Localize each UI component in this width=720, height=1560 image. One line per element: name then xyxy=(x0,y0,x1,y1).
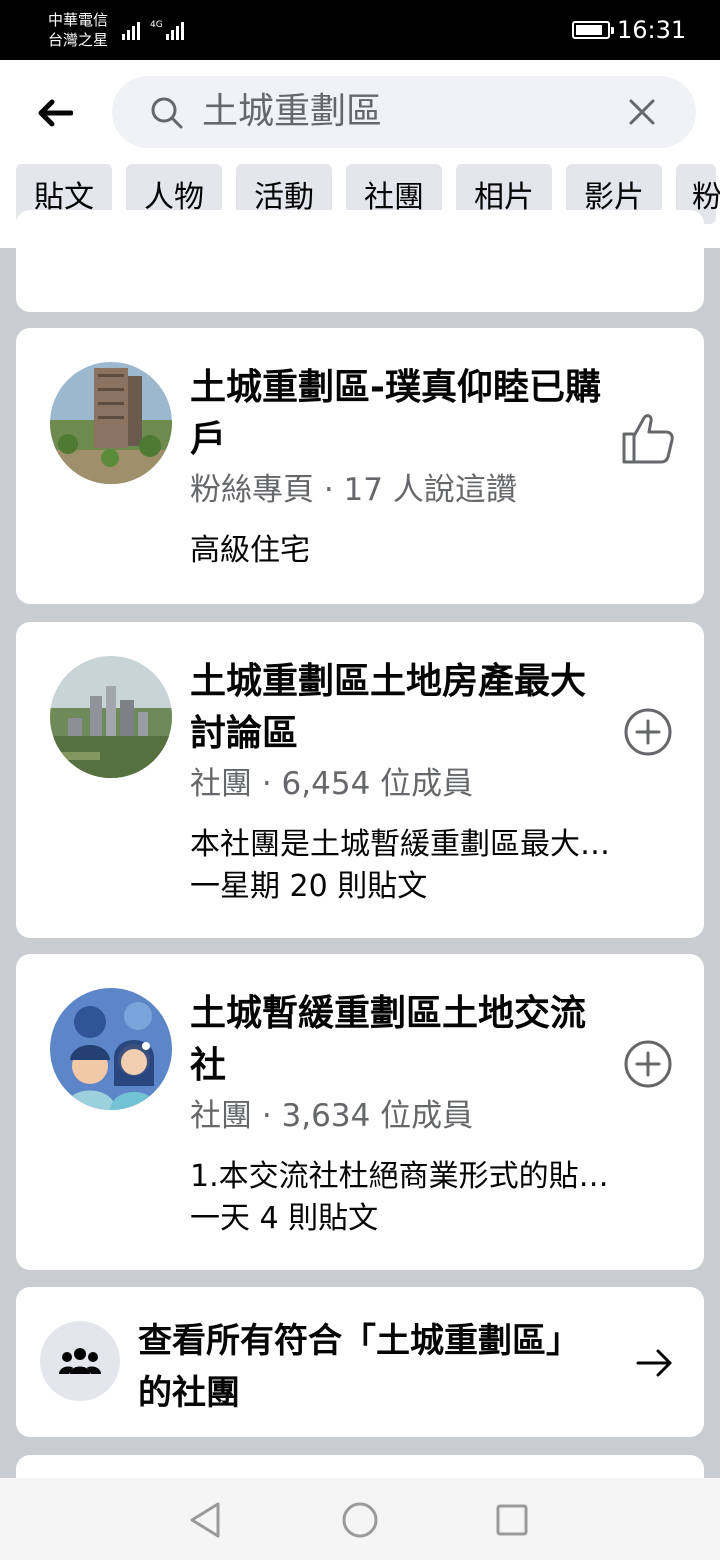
arrow-right-icon xyxy=(636,1349,672,1377)
search-input[interactable]: 土城重劃區 xyxy=(112,76,696,148)
clock: 16:31 xyxy=(617,16,687,44)
result-title[interactable]: 土城重劃區土地房產最大討論區 xyxy=(190,656,610,760)
battery-icon xyxy=(572,21,614,39)
result-card-partial[interactable] xyxy=(16,210,704,312)
result-meta: 社團 · 6,454 位成員 xyxy=(190,766,474,802)
result-meta: 社團 · 3,634 位成員 xyxy=(190,1098,474,1134)
result-card-page[interactable]: 土城重劃區-璞真仰睦已購戶 粉絲專頁 · 17 人說這讚 高級住宅 xyxy=(16,328,704,604)
carrier-1: 中華電信 xyxy=(48,11,109,29)
plus-circle-icon[interactable] xyxy=(620,704,676,760)
result-description: 1.本交流社杜絕商業形式的貼… xyxy=(190,1159,609,1194)
result-title[interactable]: 土城暫緩重劃區土地交流社 xyxy=(190,988,610,1092)
group-avatar xyxy=(50,656,172,778)
network-type: 4G xyxy=(150,20,163,30)
result-activity: 一星期 20 則貼文 xyxy=(190,869,428,904)
back-arrow-icon xyxy=(38,99,73,127)
result-description: 本社團是土城暫緩重劃區最大… xyxy=(190,827,610,862)
carrier-2: 台灣之星 xyxy=(48,31,109,49)
thumbs-up-icon[interactable] xyxy=(620,410,676,466)
result-title[interactable]: 土城重劃區-璞真仰睦已購戶 xyxy=(190,362,610,466)
nav-home-icon[interactable] xyxy=(338,1498,382,1542)
clear-search-button[interactable] xyxy=(626,96,658,128)
result-meta: 粉絲專頁 · 17 人說這讚 xyxy=(190,472,517,508)
plus-circle-icon[interactable] xyxy=(620,1036,676,1092)
signal-icon: 4G xyxy=(122,20,184,40)
carrier-names: 中華電信 台灣之星 xyxy=(48,10,108,50)
nav-back-icon[interactable] xyxy=(184,1498,228,1542)
group-avatar xyxy=(50,988,172,1110)
result-card-group[interactable]: 土城暫緩重劃區土地交流社 社團 · 3,634 位成員 1.本交流社杜絕商業形式… xyxy=(16,954,704,1270)
search-query: 土城重劃區 xyxy=(202,91,383,132)
result-activity: 一天 4 則貼文 xyxy=(190,1201,379,1236)
nav-recents-icon[interactable] xyxy=(490,1498,534,1542)
see-all-groups-button[interactable]: 查看所有符合「土城重劃區」的社團 xyxy=(16,1287,704,1437)
page-avatar xyxy=(50,362,172,484)
result-description: 高級住宅 xyxy=(190,533,310,568)
search-icon xyxy=(151,97,183,129)
status-bar: 中華電信 台灣之星 4G 16:31 xyxy=(0,0,720,60)
system-nav-bar xyxy=(0,1478,720,1560)
see-all-label: 查看所有符合「土城重劃區」的社團 xyxy=(138,1321,580,1413)
groups-icon xyxy=(40,1321,120,1401)
back-button[interactable] xyxy=(30,90,80,136)
result-card-group[interactable]: 土城重劃區土地房產最大討論區 社團 · 6,454 位成員 本社團是土城暫緩重劃… xyxy=(16,622,704,938)
